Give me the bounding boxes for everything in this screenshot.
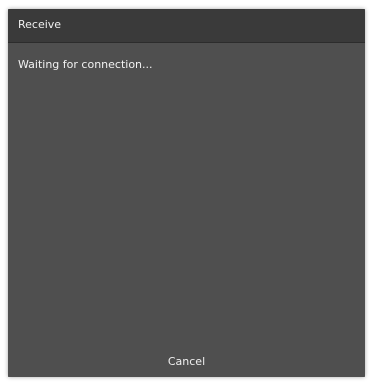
cancel-button[interactable]: Cancel [8, 347, 365, 377]
status-message: Waiting for connection... [18, 58, 153, 71]
dialog-titlebar: Receive [8, 9, 365, 43]
receive-dialog: Receive Waiting for connection... Cancel [8, 9, 365, 377]
dialog-title: Receive [18, 18, 62, 31]
